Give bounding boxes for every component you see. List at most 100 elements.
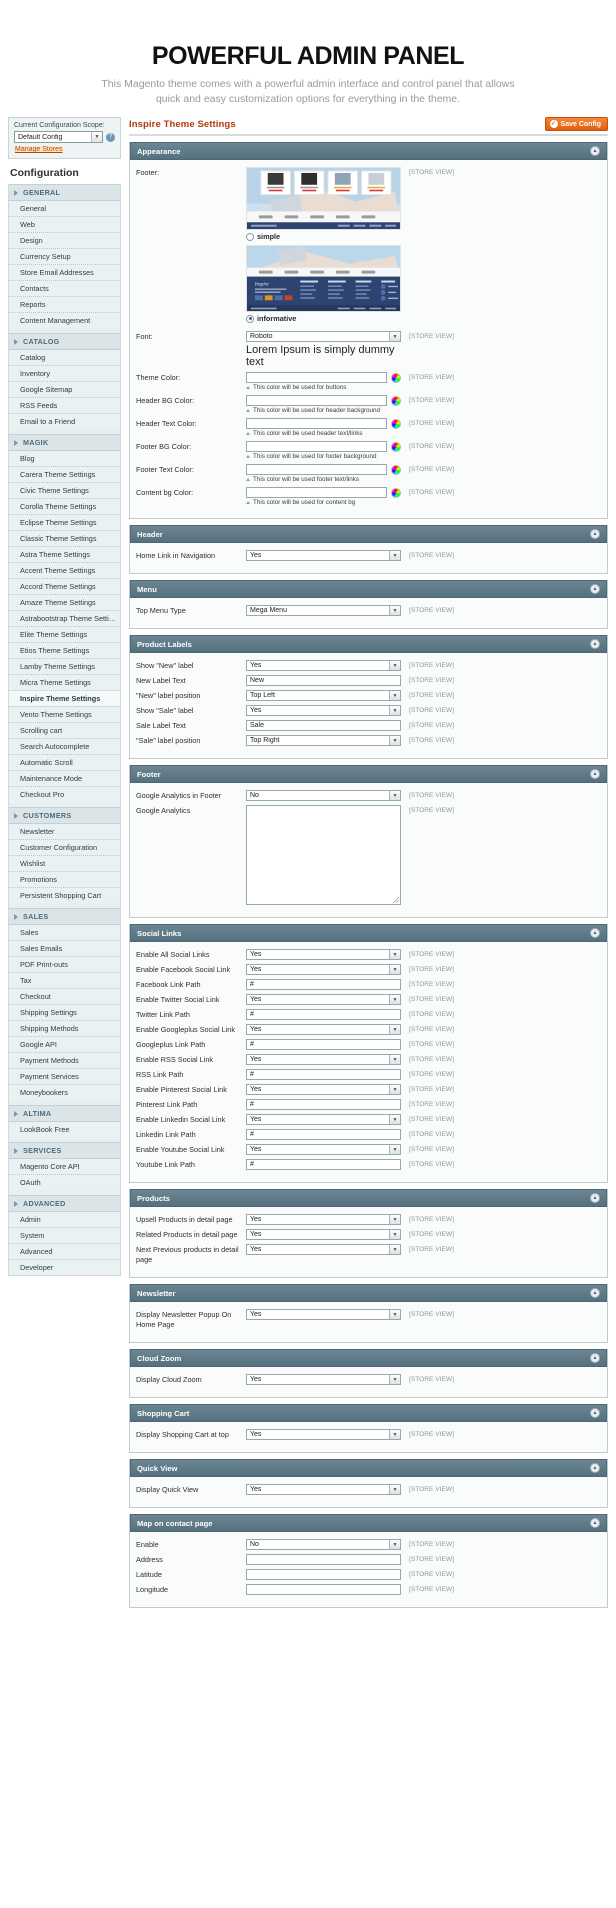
select-input[interactable]: Mega Menu ▼ xyxy=(246,605,401,617)
text-input[interactable]: Sale xyxy=(246,720,401,732)
select-input[interactable]: Yes ▼ xyxy=(246,550,401,562)
resize-grip-icon[interactable] xyxy=(393,897,399,904)
textarea-input[interactable] xyxy=(246,805,401,906)
sidebar-item-system[interactable]: System xyxy=(9,1228,120,1244)
sidebar-item-sales-emails[interactable]: Sales Emails xyxy=(9,941,120,957)
chevron-up-icon[interactable]: ▲ xyxy=(590,584,600,595)
sidebar-item-currency-setup[interactable]: Currency Setup xyxy=(9,249,120,265)
sidebar-item-payment-services[interactable]: Payment Services xyxy=(9,1069,120,1085)
chevron-up-icon[interactable]: ▲ xyxy=(590,1463,600,1474)
sidebar-item-store-email-addresses[interactable]: Store Email Addresses xyxy=(9,265,120,281)
sidebar-item-maintenance-mode[interactable]: Maintenance Mode xyxy=(9,771,120,787)
sidebar-item-blog[interactable]: Blog xyxy=(9,451,120,467)
manage-stores-link[interactable]: Manage Stores xyxy=(14,146,64,153)
sidebar-group-header[interactable]: CUSTOMERS xyxy=(9,807,120,824)
section-cloud-zoom-header[interactable]: Cloud Zoom ▲ xyxy=(130,1349,607,1368)
select-input[interactable]: Yes ▼ xyxy=(246,1054,401,1066)
sidebar-item-checkout[interactable]: Checkout xyxy=(9,989,120,1005)
sidebar-item-catalog[interactable]: Catalog xyxy=(9,350,120,366)
radio-icon[interactable] xyxy=(246,232,254,241)
sidebar-item-persistent-shopping-cart[interactable]: Persistent Shopping Cart xyxy=(9,888,120,903)
sidebar-item-astra-theme-settings[interactable]: Astra Theme Settings xyxy=(9,547,120,563)
sidebar-item-reports[interactable]: Reports xyxy=(9,297,120,313)
sidebar-item-lookbook-free[interactable]: LookBook Free xyxy=(9,1122,120,1137)
section-menu-header[interactable]: Menu ▲ xyxy=(130,580,607,599)
sidebar-item-elite-theme-settings[interactable]: Elite Theme Settings xyxy=(9,627,120,643)
sidebar-item-rss-feeds[interactable]: RSS Feeds xyxy=(9,398,120,414)
sidebar-item-sales[interactable]: Sales xyxy=(9,925,120,941)
sidebar-item-checkout-pro[interactable]: Checkout Pro xyxy=(9,787,120,802)
select-input[interactable]: Yes ▼ xyxy=(246,1229,401,1241)
sidebar-item-content-management[interactable]: Content Management xyxy=(9,313,120,328)
select-input[interactable]: Yes ▼ xyxy=(246,1484,401,1496)
sidebar-item-customer-configuration[interactable]: Customer Configuration xyxy=(9,840,120,856)
scope-select[interactable]: Default Config ▼ xyxy=(14,131,103,143)
sidebar-item-magento-core-api[interactable]: Magento Core API xyxy=(9,1159,120,1175)
sidebar-item-moneybookers[interactable]: Moneybookers xyxy=(9,1085,120,1100)
sidebar-item-email-to-a-friend[interactable]: Email to a Friend xyxy=(9,414,120,429)
radio-informative[interactable]: informative xyxy=(246,314,401,323)
text-input[interactable] xyxy=(246,1554,401,1566)
chevron-up-icon[interactable]: ▲ xyxy=(590,146,600,156)
text-input[interactable]: # xyxy=(246,1069,401,1081)
section-header-header[interactable]: Header ▲ xyxy=(130,525,607,544)
sidebar-item-inspire-theme-settings[interactable]: Inspire Theme Settings xyxy=(9,691,120,707)
select-input[interactable]: Top Left ▼ xyxy=(246,690,401,702)
sidebar-item-carera-theme-settings[interactable]: Carera Theme Settings xyxy=(9,467,120,483)
section-product-labels-header[interactable]: Product Labels ▲ xyxy=(130,635,607,654)
select-input[interactable]: No ▼ xyxy=(246,1539,401,1551)
section-appearance-header[interactable]: Appearance ▲ xyxy=(130,142,607,160)
section-quick-view-header[interactable]: Quick View ▲ xyxy=(130,1459,607,1478)
sidebar-item-wishlist[interactable]: Wishlist xyxy=(9,856,120,872)
select-input[interactable]: Yes ▼ xyxy=(246,1214,401,1226)
text-input[interactable]: # xyxy=(246,1159,401,1171)
color-input[interactable] xyxy=(246,418,387,430)
select-input[interactable]: Yes ▼ xyxy=(246,1084,401,1096)
chevron-up-icon[interactable]: ▲ xyxy=(590,639,600,650)
footer-option-informative[interactable]: Inspire informative xyxy=(246,245,401,323)
chevron-up-icon[interactable]: ▲ xyxy=(590,529,600,540)
sidebar-item-accord-theme-settings[interactable]: Accord Theme Settings xyxy=(9,579,120,595)
color-input[interactable] xyxy=(246,372,387,384)
footer-option-simple[interactable]: simple xyxy=(246,167,401,241)
chevron-up-icon[interactable]: ▲ xyxy=(590,1518,600,1529)
select-input[interactable]: Yes ▼ xyxy=(246,1429,401,1441)
sidebar-item-google-sitemap[interactable]: Google Sitemap xyxy=(9,382,120,398)
select-input[interactable]: Yes ▼ xyxy=(246,660,401,672)
chevron-up-icon[interactable]: ▲ xyxy=(590,1288,600,1299)
radio-icon-selected[interactable] xyxy=(246,314,254,323)
sidebar-item-payment-methods[interactable]: Payment Methods xyxy=(9,1053,120,1069)
sidebar-item-scrolling-cart[interactable]: Scrolling cart xyxy=(9,723,120,739)
help-icon[interactable]: ? xyxy=(106,132,115,142)
sidebar-item-pdf-print-outs[interactable]: PDF Print-outs xyxy=(9,957,120,973)
sidebar-group-header[interactable]: GENERAL xyxy=(9,184,120,201)
section-footer-header[interactable]: Footer ▲ xyxy=(130,765,607,784)
chevron-up-icon[interactable]: ▲ xyxy=(590,1353,600,1364)
section-social-links-header[interactable]: Social Links ▲ xyxy=(130,924,607,943)
sidebar-item-automatic-scroll[interactable]: Automatic Scroll xyxy=(9,755,120,771)
select-input[interactable]: Yes ▼ xyxy=(246,1114,401,1126)
sidebar-item-advanced[interactable]: Advanced xyxy=(9,1244,120,1260)
sidebar-item-developer[interactable]: Developer xyxy=(9,1260,120,1275)
sidebar-item-classic-theme-settings[interactable]: Classic Theme Settings xyxy=(9,531,120,547)
text-input[interactable]: # xyxy=(246,1039,401,1051)
sidebar-item-design[interactable]: Design xyxy=(9,233,120,249)
sidebar-group-header[interactable]: SERVICES xyxy=(9,1142,120,1159)
sidebar-item-civic-theme-settings[interactable]: Civic Theme Settings xyxy=(9,483,120,499)
color-input[interactable] xyxy=(246,395,387,407)
color-picker-icon[interactable] xyxy=(391,441,401,452)
color-picker-icon[interactable] xyxy=(391,464,401,475)
save-config-button[interactable]: ✓ Save Config xyxy=(544,117,608,131)
sidebar-item-contacts[interactable]: Contacts xyxy=(9,281,120,297)
sidebar-item-oauth[interactable]: OAuth xyxy=(9,1175,120,1190)
sidebar-item-accent-theme-settings[interactable]: Accent Theme Settings xyxy=(9,563,120,579)
sidebar-item-amaze-theme-settings[interactable]: Amaze Theme Settings xyxy=(9,595,120,611)
sidebar-item-web[interactable]: Web xyxy=(9,217,120,233)
sidebar-item-inventory[interactable]: Inventory xyxy=(9,366,120,382)
text-input[interactable]: # xyxy=(246,979,401,991)
sidebar-item-admin[interactable]: Admin xyxy=(9,1212,120,1228)
section-products-header[interactable]: Products ▲ xyxy=(130,1189,607,1208)
color-picker-icon[interactable] xyxy=(391,395,401,406)
select-input[interactable]: Yes ▼ xyxy=(246,964,401,976)
radio-simple[interactable]: simple xyxy=(246,232,401,241)
